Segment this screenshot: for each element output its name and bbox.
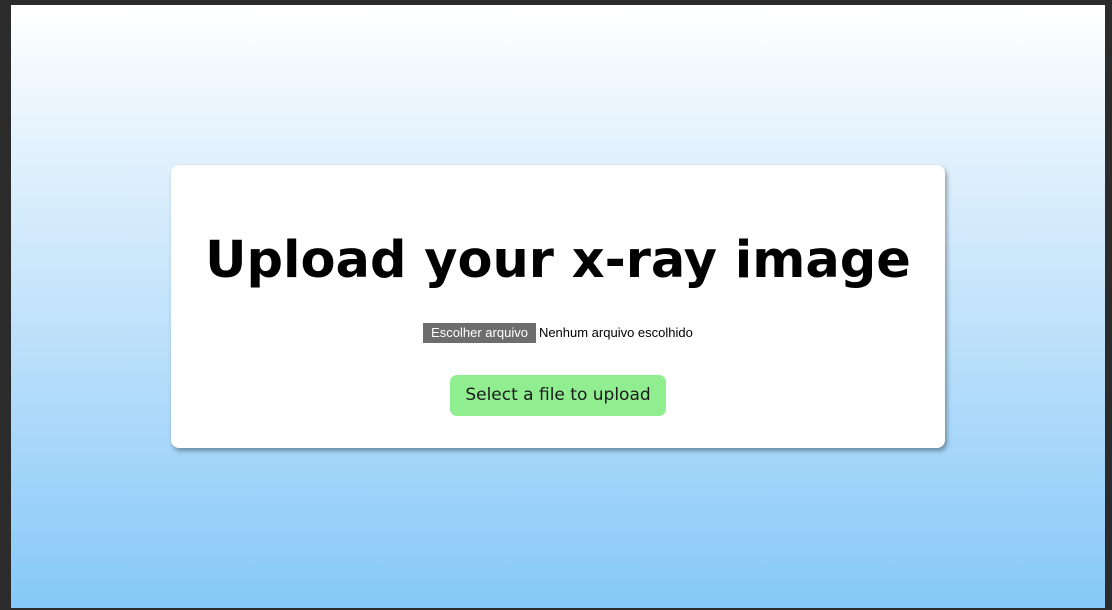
file-input[interactable]: Escolher arquivo Nenhum arquivo escolhido	[171, 322, 945, 343]
upload-card: Upload your x-ray image Escolher arquivo…	[171, 165, 945, 448]
page-viewport: Upload your x-ray image Escolher arquivo…	[11, 5, 1105, 608]
page-title: Upload your x-ray image	[205, 231, 911, 290]
file-status-text: Nenhum arquivo escolhido	[538, 324, 693, 340]
upload-button[interactable]: Select a file to upload	[450, 375, 666, 416]
choose-file-button[interactable]: Escolher arquivo	[423, 322, 536, 343]
